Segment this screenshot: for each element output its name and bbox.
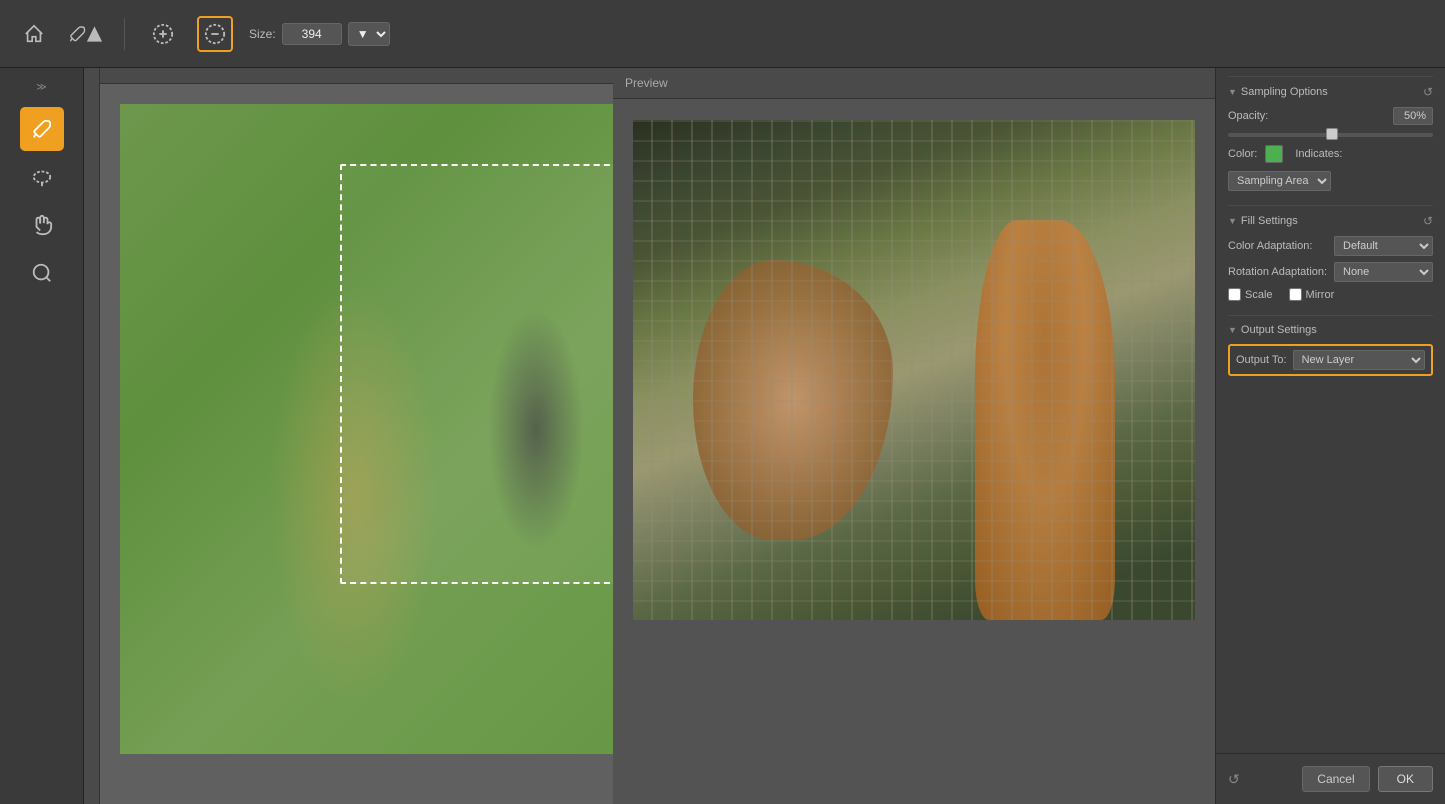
preview-content [613, 100, 1215, 804]
opacity-value[interactable]: 50% [1393, 107, 1433, 125]
panel-body: Show Sampling Area ↺ ▼ Sampling Options … [1216, 40, 1445, 753]
sampling-options-label: Sampling Options [1241, 86, 1328, 98]
cancel-button[interactable]: Cancel [1302, 766, 1369, 792]
color-label: Color: [1228, 148, 1257, 160]
sidebar-tool-lasso[interactable] [20, 155, 64, 199]
output-settings-chevron: ▼ [1228, 325, 1237, 335]
output-settings-label: Output Settings [1241, 324, 1317, 336]
size-control: Size: ▼ [249, 22, 390, 46]
sidebar-collapse: ≫ [0, 76, 83, 103]
fill-settings-section: ▼ Fill Settings ↺ Color Adaptation: Defa… [1228, 214, 1433, 301]
ok-button[interactable]: OK [1378, 766, 1433, 792]
panel-footer: ↺ Cancel OK [1216, 753, 1445, 804]
output-to-label: Output To: [1236, 354, 1287, 366]
mirror-label: Mirror [1306, 289, 1335, 301]
content-aware-fill-panel: Content-Aware Fill Show Sampling Area ↺ … [1215, 0, 1445, 804]
opacity-slider-thumb[interactable] [1326, 128, 1338, 140]
sidebar-tool-brush[interactable] [20, 107, 64, 151]
left-sidebar: ≫ [0, 68, 84, 804]
preview-label: Preview [613, 68, 1215, 99]
indicates-label: Indicates: [1295, 148, 1342, 160]
fill-settings-chevron: ▼ [1228, 216, 1237, 226]
sampling-options-header[interactable]: ▼ Sampling Options ↺ [1228, 85, 1433, 99]
canvas-image [120, 104, 640, 754]
output-settings-section: ▼ Output Settings Output To: New Layer D… [1228, 324, 1433, 376]
top-toolbar: Size: ▼ [0, 0, 1445, 68]
color-swatch[interactable] [1265, 145, 1283, 163]
footer-reset-icon[interactable]: ↺ [1228, 771, 1240, 788]
size-input[interactable] [282, 23, 342, 45]
sampling-options-section: ▼ Sampling Options ↺ Opacity: 50% Color:… [1228, 85, 1433, 191]
fill-settings-label: Fill Settings [1241, 215, 1298, 227]
scale-checkbox[interactable] [1228, 288, 1241, 301]
sidebar-collapse-button[interactable]: ≫ [28, 80, 54, 95]
opacity-label: Opacity: [1228, 110, 1278, 122]
fill-settings-header[interactable]: ▼ Fill Settings ↺ [1228, 214, 1433, 228]
indicates-dropdown[interactable]: Sampling Area Excluded Area [1228, 171, 1331, 191]
mirror-checkbox-label[interactable]: Mirror [1289, 288, 1335, 301]
sampling-options-chevron: ▼ [1228, 87, 1237, 97]
color-adaptation-row: Color Adaptation: Default None Low Mediu… [1228, 236, 1433, 256]
fill-settings-reset-icon[interactable]: ↺ [1423, 214, 1433, 228]
sidebar-tool-zoom[interactable] [20, 251, 64, 295]
ruler-vertical [84, 68, 100, 804]
scale-checkbox-label[interactable]: Scale [1228, 288, 1273, 301]
size-dropdown[interactable]: ▼ [348, 22, 390, 46]
opacity-row: Opacity: 50% [1228, 107, 1433, 125]
add-mode-button[interactable] [145, 16, 181, 52]
opacity-slider-track[interactable] [1228, 133, 1433, 137]
output-to-row: Output To: New Layer Duplicate Layer Cur… [1228, 344, 1433, 376]
divider-2 [1228, 205, 1433, 206]
output-to-dropdown[interactable]: New Layer Duplicate Layer Current Layer [1293, 350, 1425, 370]
home-button[interactable] [16, 16, 52, 52]
divider-1 [1228, 76, 1433, 77]
preview-panel: Preview [613, 68, 1215, 804]
brush-tool-button[interactable] [68, 16, 104, 52]
selection-mask [340, 164, 620, 584]
scale-label: Scale [1245, 289, 1273, 301]
divider-3 [1228, 315, 1433, 316]
preview-image [633, 120, 1195, 620]
scale-mirror-row: Scale Mirror [1228, 288, 1433, 301]
rotation-adaptation-dropdown[interactable]: None Low Medium High Full [1334, 262, 1433, 282]
subtract-mode-button[interactable] [197, 16, 233, 52]
color-adaptation-dropdown[interactable]: Default None Low Medium High Very High [1334, 236, 1433, 256]
size-label: Size: [249, 27, 276, 41]
sidebar-tool-hand[interactable] [20, 203, 64, 247]
rotation-adaptation-label: Rotation Adaptation: [1228, 266, 1328, 278]
sampling-options-reset-icon[interactable]: ↺ [1423, 85, 1433, 99]
output-settings-header[interactable]: ▼ Output Settings [1228, 324, 1433, 336]
color-adaptation-label: Color Adaptation: [1228, 240, 1328, 252]
toolbar-sep-1 [124, 18, 125, 50]
preview-fence [633, 120, 1195, 620]
rotation-adaptation-row: Rotation Adaptation: None Low Medium Hig… [1228, 262, 1433, 282]
color-indicates-row: Color: Indicates: Sampling Area Excluded… [1228, 145, 1433, 191]
mirror-checkbox[interactable] [1289, 288, 1302, 301]
